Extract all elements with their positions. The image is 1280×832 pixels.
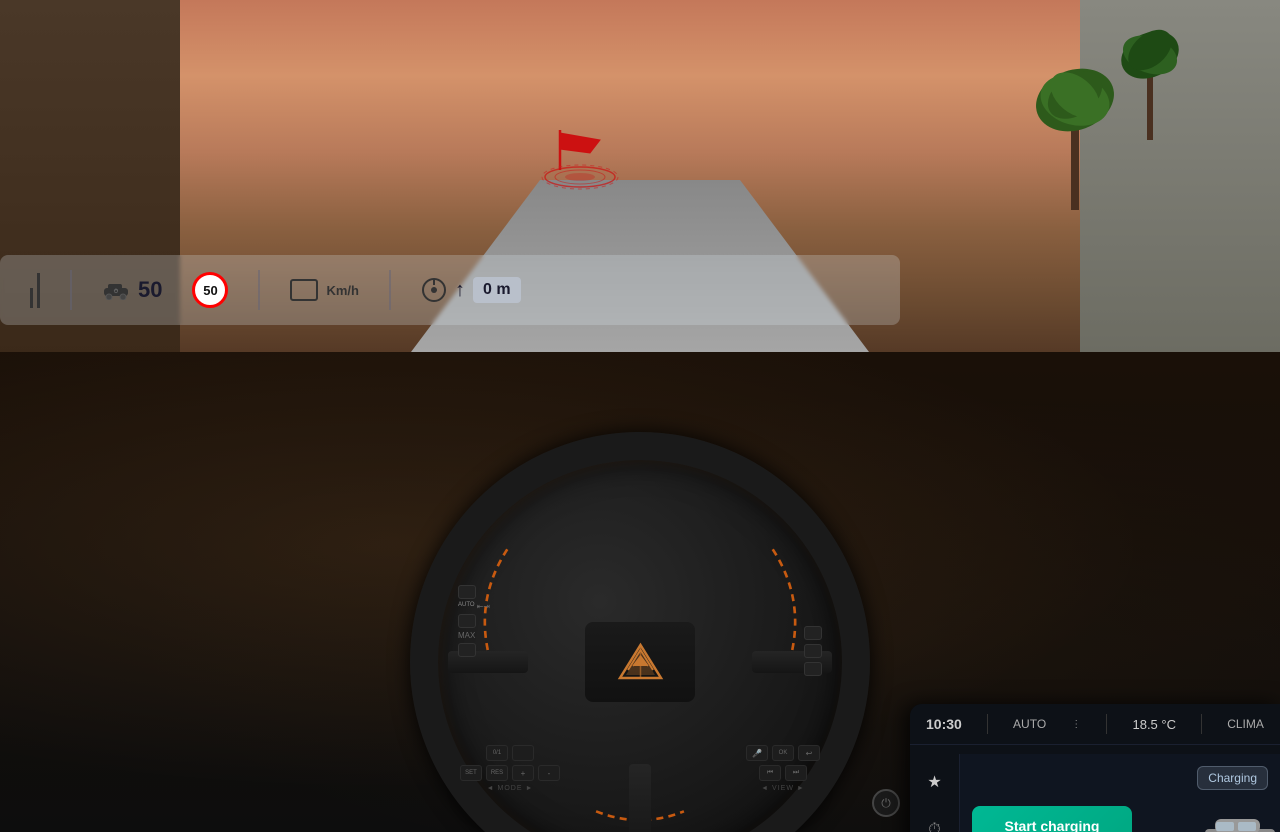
header-divider-2 [1106,714,1107,734]
cupra-logo-icon [613,640,668,685]
info-mode: AUTO [1013,717,1046,731]
sw-bottom-right-row1: 🎤 OK ↩ [746,745,820,761]
hud-speed-mode: Km/h [290,279,359,301]
hud-overlay: ⏱ 50 50 Km/h ↑ 0 m [0,255,900,325]
sw-btn-res[interactable]: RES [486,765,508,781]
sw-left-buttons[interactable]: AUTO ⇤⇥ MAX [458,585,490,657]
sw-btn-back[interactable]: ↩ [798,745,820,761]
sw-bottom-left-group: 0/1 SET RES + - ◄ MODE ► [460,745,560,792]
sw-btn-ok-label: OK [779,750,788,756]
hud-current-speed: 50 [138,277,162,303]
road-lanes-icon [30,273,40,308]
hud-divider-1 [70,270,72,310]
sw-prev-icon: ⏮ [767,769,773,777]
sw-btn-minus-label: - [548,769,551,778]
sw-left-btn-1[interactable] [458,585,476,599]
sw-btn-set-label: SET [465,770,477,776]
nav-compass-icon [421,277,447,303]
hud-divider-2 [258,270,260,310]
sw-left-btn-3[interactable] [458,643,476,657]
steering-spoke-left: AUTO ⇤⇥ MAX [448,651,528,673]
sw-btn-0-1[interactable]: 0/1 [486,745,508,761]
hud-speed-limit-sign: 50 [192,272,228,308]
infotainment-main-content: Charging Start charging [960,754,1280,832]
clock-icon: ⏱ [928,821,940,832]
sw-right-buttons[interactable] [804,626,822,676]
header-divider-1 [987,714,988,734]
infotainment-sidebar: ★ ⏱ 🔑 ⛽ ⚙ ⊙ [910,754,960,832]
ar-destination-flag [535,115,625,205]
speed-mode-icon [290,279,318,301]
star-icon: ★ [927,772,941,792]
sw-bottom-left-row2: SET RES + - [460,765,560,781]
sw-left-control-group: AUTO ⇤⇥ MAX [458,585,490,657]
sw-btn-0-1-label: 0/1 [493,750,501,756]
sidebar-icon-clock[interactable]: ⏱ [917,812,953,832]
sw-mode-label: ◄ MODE ► [487,785,534,792]
svg-text:⏱: ⏱ [114,288,119,295]
sw-auto-label: AUTO [458,602,475,611]
sw-next-icon: ⏭ [793,769,799,777]
sw-arrows-label: ⇤⇥ [477,602,490,611]
infotainment-header: 10:30 AUTO ⋮ 18.5 °C CLIMA [910,704,1280,745]
info-temp: 18.5 °C [1132,717,1176,732]
sw-btn-minus[interactable]: - [538,765,560,781]
sw-btn-prev[interactable]: ⏮ [759,765,781,781]
sidebar-icon-star[interactable]: ★ [917,764,953,800]
sw-back-icon: ↩ [806,749,813,758]
dashboard: 10:30 18.5 C° km/h 0 99 % 545 km [0,352,1280,832]
hud-distance-value: 0 m [473,277,521,303]
start-charging-button[interactable]: Start charging [972,806,1132,832]
steering-wheel: AUTO ⇤⇥ MAX [390,412,890,832]
sw-btn-plus[interactable]: + [512,765,534,781]
sw-view-label: ◄ VIEW ► [761,785,805,792]
sw-bottom-right-group: 🎤 OK ↩ ⏮ ⏭ ◄ VIEW ► [746,745,820,792]
power-icon: ⏻ [881,796,891,811]
sw-right-btn-2[interactable] [804,644,822,658]
car-thumbnail [1200,809,1280,832]
info-time: 10:30 [926,716,962,732]
header-divider-3 [1201,714,1202,734]
sw-bottom-controls: 0/1 SET RES + - ◄ MODE ► 🎤 OK ↩ [410,745,870,792]
steering-spoke-right [752,651,832,673]
sw-btn-res-label: RES [491,770,503,776]
sw-bottom-left-row1: 0/1 [486,745,534,761]
palm-tree [1035,30,1115,210]
charging-badge: Charging [1197,766,1268,790]
infotainment-screen: 10:30 AUTO ⋮ 18.5 °C CLIMA ★ ⏱ 🔑 ⛽ [910,704,1280,832]
nav-arrow-icon: ↑ [455,279,465,302]
charging-badge-label: Charging [1208,771,1257,785]
steering-wheel-center [585,622,695,702]
sw-btn-set[interactable]: SET [460,765,482,781]
vehicle-icon: ⏱ [102,280,130,300]
sw-mic-icon: 🎤 [752,749,762,758]
start-charging-label: Start charging [1005,818,1100,832]
car-silhouette-icon [1200,809,1280,832]
sw-btn-camera[interactable] [512,745,534,761]
sw-right-btn-3[interactable] [804,662,822,676]
sw-btn-ok[interactable]: OK [772,745,794,761]
sw-max-label: MAX [458,631,490,640]
info-section: CLIMA [1227,717,1264,731]
hud-speed-limit-value: 50 [203,283,217,298]
sw-left-btn-sun[interactable] [458,614,476,628]
sw-btn-mic[interactable]: 🎤 [746,745,768,761]
hud-divider-3 [389,270,391,310]
palm-tree-2 [1120,0,1180,140]
sw-bottom-right-row2: ⏮ ⏭ [759,765,807,781]
sw-btn-plus-label: + [521,769,526,778]
sw-btn-next[interactable]: ⏭ [785,765,807,781]
sw-right-btn-1[interactable] [804,626,822,640]
power-button[interactable]: ⏻ [872,789,900,817]
hud-navigation: ↑ 0 m [421,277,521,303]
hud-speed-unit: Km/h [326,283,359,298]
hud-vehicle-speed: ⏱ 50 [102,277,162,303]
info-mode-dots: ⋮ [1071,719,1081,730]
